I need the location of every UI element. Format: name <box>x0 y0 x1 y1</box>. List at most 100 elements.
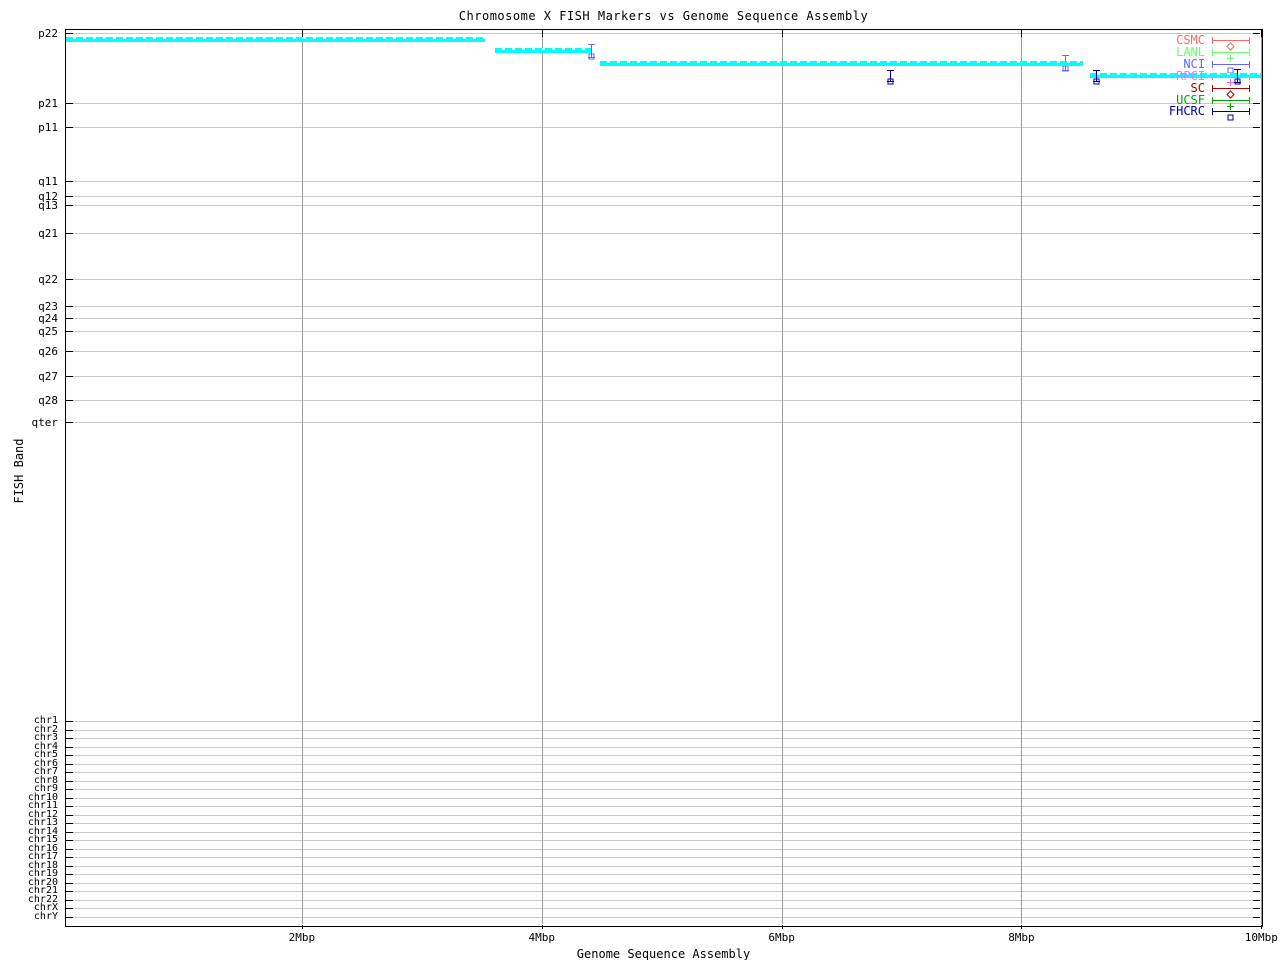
legend-marker-CSMC <box>1226 36 1235 51</box>
row-chr15-gridline <box>66 840 1260 841</box>
row-chr19-tick-right <box>1253 874 1260 875</box>
band-q26-tick-right <box>1253 351 1260 352</box>
row-chr21-tick-right <box>1253 891 1260 892</box>
legend-cap-right-LANL <box>1249 49 1250 56</box>
row-chr8-tick-right <box>1253 780 1260 782</box>
row-chr8-tick-left <box>66 780 73 782</box>
row-chr1-tick-right <box>1253 721 1260 722</box>
band-q13-gridline <box>66 205 1260 206</box>
row-chr17-tick-left <box>66 857 73 858</box>
legend-cap-left-FHCRC <box>1212 108 1213 115</box>
row-chr19-tick-left <box>66 874 73 875</box>
row-chr10-tick-left <box>66 797 73 799</box>
band-qter-gridline <box>66 422 1260 423</box>
row-chr13-tick-left <box>66 823 73 824</box>
legend-cap-left-CSMC <box>1212 37 1213 44</box>
band-q21-gridline <box>66 233 1260 234</box>
band-q23-tick-right <box>1253 306 1260 307</box>
row-chrY-label: chrY <box>33 910 58 922</box>
legend-cap-left-NCI <box>1212 61 1213 68</box>
band-p22-tick-right <box>1253 33 1260 34</box>
row-chrY-tick-left <box>66 916 73 918</box>
row-chr14-tick-left <box>66 831 73 833</box>
row-chrX-tick-right <box>1253 908 1260 909</box>
xgrid-8Mbp <box>1021 30 1023 924</box>
legend-marker-FHCRC <box>1226 107 1235 121</box>
xtick-top-4Mbp <box>541 30 543 37</box>
xtick-label-6Mbp: 6Mbp <box>768 931 795 944</box>
band-q28-gridline <box>66 400 1260 401</box>
band-p22-label: p22 <box>38 27 58 40</box>
point-NCI-1-marker <box>587 46 596 60</box>
row-chr12-tick-left <box>66 814 73 816</box>
band-q21-tick-right <box>1253 233 1260 234</box>
band-qter-label: qter <box>31 416 59 429</box>
row-chr15-tick-right <box>1253 840 1260 841</box>
point-FHCRC-2-marker <box>1092 71 1101 85</box>
band-q11-tick-left <box>66 181 73 182</box>
band-q27-tick-right <box>1253 376 1260 377</box>
series-assembly-band-path-segment-1 <box>66 37 486 42</box>
band-q25-gridline <box>66 331 1260 332</box>
band-q26-gridline <box>66 351 1260 352</box>
row-chr21-tick-left <box>66 891 73 892</box>
band-q21-label: q21 <box>38 227 58 240</box>
xtick-label-8Mbp: 8Mbp <box>1008 931 1035 944</box>
band-q12-gridline <box>66 196 1260 197</box>
row-chrX-gridline <box>66 908 1260 909</box>
band-q13-tick-left <box>66 205 73 206</box>
row-chr22-tick-left <box>66 899 73 901</box>
row-chr1-tick-left <box>66 721 73 722</box>
point-FHCRC-3-marker <box>1233 71 1242 85</box>
row-chr9-tick-left <box>66 789 73 790</box>
xtick-top-6Mbp <box>781 30 783 37</box>
row-chr4-gridline <box>66 746 1260 748</box>
legend-label-RPCI: RPCI <box>1176 69 1205 83</box>
row-chr5-tick-right <box>1253 755 1260 756</box>
band-q24-label: q24 <box>38 312 58 325</box>
series-assembly-band-path-segment-3 <box>600 61 1083 66</box>
band-p11-gridline <box>66 127 1260 128</box>
chart-canvas: Chromosome X FISH Markers vs Genome Sequ… <box>0 0 1280 960</box>
row-chr20-tick-right <box>1253 882 1260 884</box>
row-chr17-gridline <box>66 857 1260 858</box>
band-q28-label: q28 <box>38 394 58 407</box>
band-q26-tick-left <box>66 351 73 352</box>
row-chr12-gridline <box>66 814 1260 816</box>
band-q13-tick-right <box>1253 205 1260 206</box>
band-q25-tick-right <box>1253 331 1260 332</box>
row-chr16-tick-left <box>66 848 73 850</box>
row-chrY-tick-right <box>1253 916 1260 918</box>
band-q27-label: q27 <box>38 370 58 383</box>
xgrid-6Mbp <box>781 30 783 924</box>
xtick-top-10Mbp <box>1261 30 1263 37</box>
band-q27-tick-left <box>66 376 73 377</box>
row-chr2-gridline <box>66 729 1260 731</box>
band-qter-tick-right <box>1253 422 1260 423</box>
band-q22-tick-right <box>1253 279 1260 280</box>
row-chr7-tick-left <box>66 772 73 773</box>
series-assembly-band-path-segment-2 <box>494 48 593 53</box>
band-q23-gridline <box>66 306 1260 307</box>
row-chr9-tick-right <box>1253 789 1260 790</box>
band-q27-gridline <box>66 376 1260 377</box>
xtick-bottom-10Mbp <box>1261 925 1263 929</box>
xtick-label-10Mbp: 10Mbp <box>1244 931 1278 944</box>
xtick-bottom-8Mbp <box>1021 925 1023 929</box>
row-chr12-tick-right <box>1253 814 1260 816</box>
xtick-label-2Mbp: 2Mbp <box>288 931 316 944</box>
band-q11-gridline <box>66 181 1260 182</box>
xtick-label-4Mbp: 4Mbp <box>528 931 555 944</box>
row-chr19-gridline <box>66 874 1260 875</box>
band-q25-tick-left <box>66 331 73 332</box>
band-q12-tick-right <box>1253 196 1260 197</box>
band-p22-gridline <box>66 33 1260 34</box>
band-q13-label: q13 <box>38 199 58 212</box>
band-q24-tick-right <box>1253 318 1260 319</box>
band-q22-tick-left <box>66 279 73 280</box>
band-q28-tick-right <box>1253 400 1260 401</box>
xgrid-4Mbp <box>541 30 543 924</box>
legend-cap-right-SC <box>1249 85 1250 92</box>
row-chr22-gridline <box>66 899 1260 901</box>
row-chr4-tick-right <box>1253 746 1260 748</box>
